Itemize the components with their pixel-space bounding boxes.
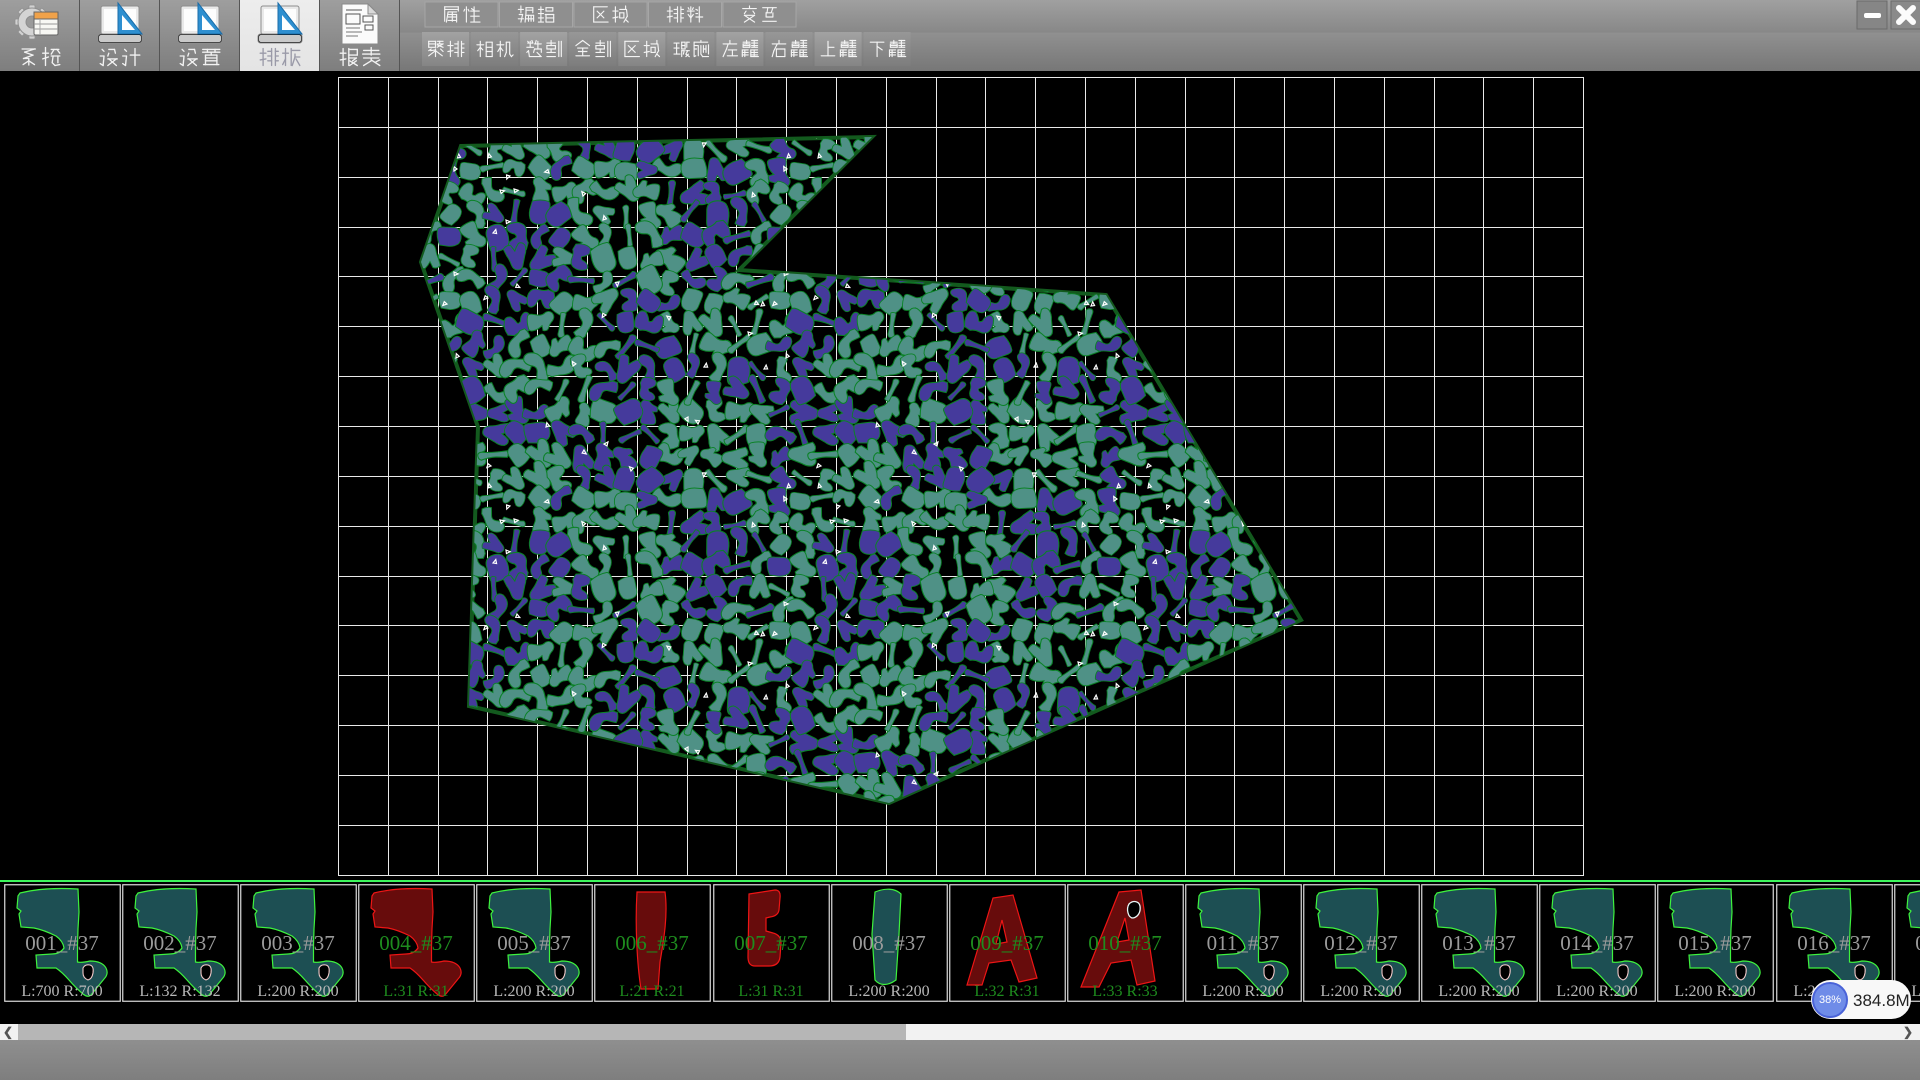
svg-text:L:31 R:31: L:31 R:31 (738, 983, 803, 1000)
svg-text:L:21 R:21: L:21 R:21 (619, 983, 684, 1000)
svg-text:L:200 R:200: L:200 R:200 (1320, 983, 1401, 1000)
svg-text:001_#37: 001_#37 (25, 931, 99, 955)
svg-text:010_#37: 010_#37 (1088, 931, 1162, 955)
svg-text:016_#37: 016_#37 (1797, 931, 1871, 955)
svg-text:004_#37: 004_#37 (379, 931, 453, 955)
svg-text:L:200 R:200: L:200 R:200 (1202, 983, 1283, 1000)
svg-text:L:33 R:33: L:33 R:33 (1092, 983, 1157, 1000)
svg-text:012_#37: 012_#37 (1324, 931, 1398, 955)
svg-text:008_#37: 008_#37 (852, 931, 926, 955)
svg-text:L:200 R:200: L:200 R:200 (1911, 983, 1920, 1000)
svg-text:015_#37: 015_#37 (1678, 931, 1752, 955)
svg-text:007_#37: 007_#37 (734, 931, 808, 955)
svg-text:003_#37: 003_#37 (261, 931, 335, 955)
svg-text:L:200 R:200: L:200 R:200 (493, 983, 574, 1000)
svg-text:013_#37: 013_#37 (1442, 931, 1516, 955)
svg-text:L:32 R:31: L:32 R:31 (974, 983, 1039, 1000)
svg-text:017_#37: 017_#37 (1915, 931, 1920, 955)
svg-text:L:200 R:200: L:200 R:200 (1556, 983, 1637, 1000)
svg-text:L:200 R:200: L:200 R:200 (848, 983, 929, 1000)
svg-text:L:200 R:200: L:200 R:200 (1438, 983, 1519, 1000)
svg-text:011_#37: 011_#37 (1207, 931, 1280, 955)
svg-text:006_#37: 006_#37 (615, 931, 689, 955)
svg-text:005_#37: 005_#37 (497, 931, 571, 955)
svg-text:L:200 R:200: L:200 R:200 (257, 983, 338, 1000)
svg-text:014_#37: 014_#37 (1560, 931, 1634, 955)
svg-text:002_#37: 002_#37 (143, 931, 217, 955)
svg-text:L:200 R:200: L:200 R:200 (1674, 983, 1755, 1000)
svg-text:L:700 R:700: L:700 R:700 (21, 983, 102, 1000)
svg-text:L:132 R:132: L:132 R:132 (139, 983, 220, 1000)
svg-text:L:31 R:31: L:31 R:31 (383, 983, 448, 1000)
svg-text:009_#37: 009_#37 (970, 931, 1044, 955)
